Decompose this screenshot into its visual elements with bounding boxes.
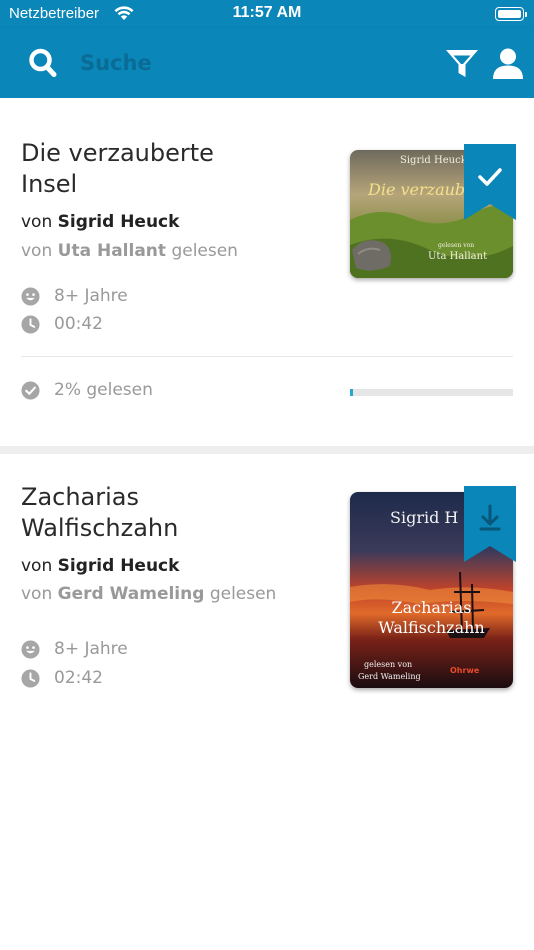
cover-author: Sigrid H — [390, 508, 459, 527]
book-title-line: Zacharias — [21, 483, 140, 511]
bookmark-ribbon[interactable] — [464, 486, 516, 564]
clock-icon — [21, 314, 40, 334]
book-title: Zacharias Walfischzahn — [21, 482, 311, 544]
narrator-suffix: gelesen — [209, 584, 277, 604]
progress-bar-fill — [350, 389, 354, 396]
cover-reader-label: gelesen von — [438, 242, 475, 249]
age-label: 8+ Jahre — [54, 639, 128, 659]
narrator-suffix: gelesen — [171, 241, 238, 261]
battery-tip — [525, 12, 527, 17]
book-title-line: Insel — [21, 170, 78, 198]
cover-title: Zacharias Walfischzahn — [350, 598, 513, 638]
clock-icon — [21, 668, 40, 688]
card-separator — [0, 446, 534, 454]
book-title-line: Walfischzahn — [21, 514, 179, 542]
author-line: von Sigrid Heuck — [21, 212, 179, 232]
cover-reader: Gerd Wameling — [358, 672, 421, 681]
battery-icon — [495, 7, 524, 21]
cover-title-line: Zacharias — [391, 598, 472, 617]
cover-reader-label: gelesen von — [364, 660, 413, 669]
smiley-icon — [21, 286, 40, 306]
age-label: 8+ Jahre — [54, 286, 128, 306]
duration-label: 00:42 — [54, 314, 103, 334]
narrator-name: Gerd Wameling — [57, 584, 205, 604]
progress-bar — [350, 389, 513, 396]
search-input[interactable] — [80, 48, 410, 78]
progress-row: 2% gelesen — [21, 379, 153, 401]
duration-row: 00:42 — [21, 313, 103, 335]
bookmark-ribbon[interactable] — [464, 144, 516, 222]
narrator-prefix: von — [21, 241, 53, 261]
filter-icon[interactable] — [444, 46, 480, 80]
book-card[interactable]: Zacharias Walfischzahn von Sigrid Heuck … — [0, 454, 534, 734]
age-row: 8+ Jahre — [21, 285, 128, 307]
book-title-line: Die verzauberte — [21, 139, 214, 167]
clock: 11:57 AM — [232, 4, 302, 21]
duration-row: 02:42 — [21, 667, 103, 689]
narrator-name: Uta Hallant — [57, 241, 167, 261]
narrator-prefix: von — [21, 584, 53, 604]
author-name: Sigrid Heuck — [57, 556, 180, 576]
cover-reader: Uta Hallant — [428, 251, 488, 262]
card-divider — [21, 356, 513, 357]
cover-title-line: Walfischzahn — [378, 618, 485, 637]
user-icon[interactable] — [490, 46, 526, 80]
narrator-line: von Uta Hallant gelesen — [21, 241, 238, 261]
smiley-icon — [21, 639, 40, 659]
author-prefix: von — [21, 212, 53, 232]
status-bar: Netzbetreiber 11:57 AM — [0, 0, 534, 28]
search-icon[interactable] — [28, 47, 58, 79]
progress-label: 2% gelesen — [54, 380, 153, 400]
duration-label: 02:42 — [54, 668, 103, 688]
author-line: von Sigrid Heuck — [21, 556, 179, 576]
age-row: 8+ Jahre — [21, 638, 128, 660]
book-card[interactable]: Die verzauberte Insel von Sigrid Heuck v… — [0, 98, 534, 446]
author-prefix: von — [21, 556, 53, 576]
check-circle-icon — [21, 380, 40, 400]
book-title: Die verzauberte Insel — [21, 138, 311, 200]
app-header — [0, 28, 534, 98]
cover-publisher-logo: Ohrwe — [450, 666, 480, 675]
cover-author: Sigrid Heuck — [400, 155, 467, 166]
author-name: Sigrid Heuck — [57, 212, 180, 232]
narrator-line: von Gerd Wameling gelesen — [21, 584, 276, 604]
